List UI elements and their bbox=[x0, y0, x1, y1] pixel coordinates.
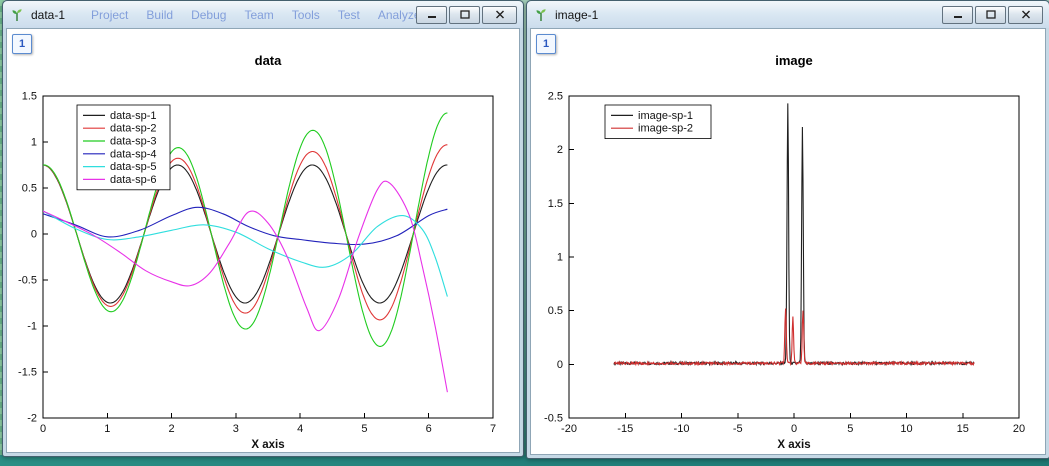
x-tick-label: -5 bbox=[733, 423, 743, 435]
background-menu-item: Tools bbox=[292, 8, 320, 22]
maximize-button[interactable] bbox=[449, 6, 480, 24]
app-sprout-icon bbox=[9, 7, 25, 23]
maximize-button[interactable] bbox=[975, 6, 1006, 24]
close-icon bbox=[1021, 10, 1031, 19]
background-menu-item: Analyze bbox=[378, 8, 416, 22]
series-data-sp-5 bbox=[43, 211, 447, 297]
legend-label: data-sp-2 bbox=[110, 123, 156, 135]
y-tick-label: -0.5 bbox=[544, 413, 563, 425]
client-area: 1 image -20-15-10-505101520-0.500.511.52… bbox=[530, 28, 1046, 455]
series-image-sp-2 bbox=[614, 309, 974, 365]
titlebar[interactable]: image-1 bbox=[527, 1, 1049, 28]
y-tick-label: 0.5 bbox=[22, 183, 37, 195]
legend-label: data-sp-1 bbox=[110, 110, 156, 122]
y-tick-label: 0 bbox=[31, 229, 37, 241]
window-title: data-1 bbox=[31, 8, 65, 22]
x-tick-label: -15 bbox=[617, 423, 633, 435]
x-tick-label: 4 bbox=[297, 423, 303, 435]
background-menu-item: Team bbox=[244, 8, 273, 22]
window-controls bbox=[942, 6, 1043, 24]
y-tick-label: -2 bbox=[27, 413, 37, 425]
close-icon bbox=[495, 10, 505, 19]
y-tick-label: 0 bbox=[557, 359, 563, 371]
legend-label: data-sp-6 bbox=[110, 174, 156, 186]
legend: data-sp-1data-sp-2data-sp-3data-sp-4data… bbox=[77, 105, 170, 190]
minimize-icon bbox=[953, 10, 963, 19]
titlebar[interactable]: data-1 Project Build Debug Team Tools Te… bbox=[3, 1, 523, 28]
y-tick-label: 1.5 bbox=[22, 91, 37, 103]
plot-frame bbox=[569, 96, 1019, 418]
app-sprout-icon bbox=[533, 7, 549, 23]
background-menu-item: Test bbox=[338, 8, 360, 22]
y-tick-label: -0.5 bbox=[18, 275, 37, 287]
background-menu-item: Build bbox=[146, 8, 173, 22]
chart-canvas-data: 0 1 2 3 4 5 6 7 -2 -1.5 -1 -0.5 0 0.5 1 1.5 X axis data-s… bbox=[7, 29, 519, 452]
window-image-1: image-1 1 image -20-15-10-505101520-0.50… bbox=[526, 0, 1049, 459]
series-image-sp-1 bbox=[614, 103, 974, 364]
legend: image-sp-1image-sp-2 bbox=[605, 105, 711, 139]
x-tick-label: -20 bbox=[561, 423, 577, 435]
window-controls bbox=[416, 6, 517, 24]
background-menu-item: Project bbox=[91, 8, 128, 22]
background-menu: Project Build Debug Team Tools Test Anal… bbox=[91, 8, 416, 22]
y-tick-label: 0.5 bbox=[548, 305, 563, 317]
x-tick-label: 2 bbox=[169, 423, 175, 435]
x-tick-label: 5 bbox=[361, 423, 367, 435]
maximize-icon bbox=[986, 10, 996, 19]
window-title: image-1 bbox=[555, 8, 598, 22]
x-tick-label: 6 bbox=[426, 423, 432, 435]
x-axis-label: X axis bbox=[251, 439, 284, 451]
y-tick-label: 2 bbox=[557, 144, 563, 156]
x-tick-label: 5 bbox=[847, 423, 853, 435]
y-tick-label: -1.5 bbox=[18, 367, 37, 379]
legend-label: image-sp-1 bbox=[638, 110, 693, 122]
x-tick-label: 15 bbox=[957, 423, 969, 435]
minimize-button[interactable] bbox=[942, 6, 973, 24]
close-button[interactable] bbox=[482, 6, 517, 24]
series-data-sp-6 bbox=[43, 181, 447, 392]
y-tick-label: -1 bbox=[27, 321, 37, 333]
x-tick-label: 20 bbox=[1013, 423, 1025, 435]
minimize-button[interactable] bbox=[416, 6, 447, 24]
legend-label: data-sp-3 bbox=[110, 136, 156, 148]
x-axis-label: X axis bbox=[777, 439, 810, 451]
x-tick-label: 3 bbox=[233, 423, 239, 435]
desktop: { "desktop": { "taskbar_color_left": "#2… bbox=[0, 0, 1049, 466]
chart-canvas-image: -20 -15 -10 -5 0 5 10 15 20 -0.5 0 0.5 1 1.5 2 2.5 X axi… bbox=[531, 29, 1045, 454]
client-area: 1 data 01234567-2-1.5-1-0.500.511.5X axi… bbox=[6, 28, 520, 453]
x-tick-label: 1 bbox=[104, 423, 110, 435]
background-menu-item: Debug bbox=[191, 8, 226, 22]
window-data-1: data-1 Project Build Debug Team Tools Te… bbox=[2, 0, 524, 457]
maximize-icon bbox=[460, 10, 470, 19]
y-tick-label: 1 bbox=[31, 137, 37, 149]
y-tick-label: 1.5 bbox=[548, 198, 563, 210]
y-tick-label: 1 bbox=[557, 252, 563, 264]
legend-label: data-sp-4 bbox=[110, 148, 156, 160]
close-button[interactable] bbox=[1008, 6, 1043, 24]
x-tick-label: -10 bbox=[674, 423, 690, 435]
x-tick-label: 10 bbox=[900, 423, 912, 435]
y-tick-label: 2.5 bbox=[548, 91, 563, 103]
legend-label: data-sp-5 bbox=[110, 161, 156, 173]
x-tick-label: 0 bbox=[791, 423, 797, 435]
x-tick-label: 0 bbox=[40, 423, 46, 435]
minimize-icon bbox=[427, 10, 437, 19]
legend-label: image-sp-2 bbox=[638, 123, 693, 135]
x-tick-label: 7 bbox=[490, 423, 496, 435]
